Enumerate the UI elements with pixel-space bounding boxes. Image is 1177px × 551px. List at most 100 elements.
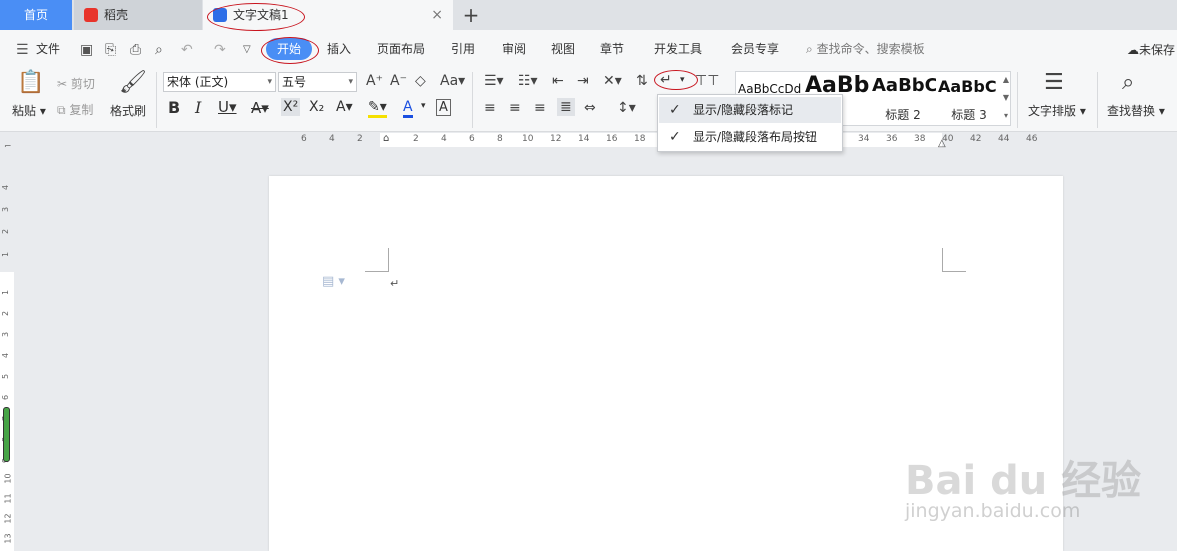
menu-bar: ☰ 文件 ▣ ⎘ ⎙ ⌕ ↶ ↷ ▽ 开始 插入 页面布局 引用 审阅 视图 章… xyxy=(0,30,1177,68)
export-icon[interactable]: ⎘ xyxy=(105,42,116,58)
style-heading-3[interactable]: AaBbC 标题 3 xyxy=(936,72,1002,125)
ruler-tick: 11 xyxy=(3,493,13,504)
format-painter-button[interactable]: 格式刷 xyxy=(110,102,146,119)
paste-button[interactable]: 粘贴 ▾ xyxy=(12,102,46,119)
ruler-tick: 46 xyxy=(1026,134,1038,144)
menu-section[interactable]: 章节 xyxy=(600,40,624,57)
tab-daoke[interactable]: 稻壳 xyxy=(74,0,202,30)
undo-icon[interactable]: ↶ xyxy=(181,42,193,58)
copy-button[interactable]: ⧉ 复制 xyxy=(57,101,93,118)
new-tab-button[interactable]: + xyxy=(458,2,484,28)
print-preview-icon[interactable]: ⌕ xyxy=(155,42,163,58)
print-icon[interactable]: ⎙ xyxy=(130,42,141,58)
highlight-icon[interactable]: ✎▾ xyxy=(368,99,387,118)
style-gallery-scroll[interactable]: ▲ ▼ ▾ xyxy=(1000,71,1012,126)
text-layout-label: 文字排版 xyxy=(1028,104,1077,118)
checkmark-icon: ✓ xyxy=(669,129,681,145)
menu-member[interactable]: 会员专享 xyxy=(731,40,779,57)
italic-icon[interactable]: I xyxy=(195,98,201,117)
ruler-tick: 4 xyxy=(441,134,447,144)
increase-indent-icon[interactable]: ⇥ xyxy=(577,73,589,89)
bullet-list-icon[interactable]: ☰▾ xyxy=(484,73,504,89)
chevron-down-icon: ▾ xyxy=(267,77,272,87)
hamburger-icon[interactable]: ☰ xyxy=(16,42,29,58)
menu-item-toggle-layout-buttons[interactable]: ✓ 显示/隐藏段落布局按钮 xyxy=(659,124,841,150)
decrease-indent-icon[interactable]: ⇤ xyxy=(552,73,564,89)
vertical-scroll-thumb[interactable] xyxy=(3,407,10,462)
text-effect-icon[interactable]: A▾ xyxy=(336,99,353,115)
subscript-icon[interactable]: X₂ xyxy=(309,99,324,115)
redo-icon[interactable]: ↷ xyxy=(214,42,226,58)
format-painter-icon[interactable]: 🖌 xyxy=(119,70,147,95)
grow-font-icon[interactable]: A⁺ xyxy=(366,73,383,89)
menu-item-toggle-paragraph-marks[interactable]: ✓ 显示/隐藏段落标记 xyxy=(659,97,841,123)
font-size-value: 五号 xyxy=(282,75,307,89)
magnifier-icon[interactable]: ⌕ xyxy=(1122,70,1134,95)
change-case-icon[interactable]: Aa▾ xyxy=(440,73,465,89)
paragraph-mark-icon: ↵ xyxy=(390,277,400,290)
ruler-tick: 1 xyxy=(1,289,11,296)
bold-icon[interactable]: B xyxy=(168,98,180,117)
char-border-icon[interactable]: A xyxy=(436,99,451,116)
align-center-icon[interactable]: ≡ xyxy=(509,100,521,116)
text-layout-icon[interactable]: ☰ xyxy=(1044,70,1064,95)
tab-ruler-icon[interactable]: ⊤⊤ xyxy=(695,73,719,89)
customize-icon[interactable]: ▽ xyxy=(243,44,251,55)
ruler-tick: 6 xyxy=(301,134,307,144)
numbered-list-icon[interactable]: ☷▾ xyxy=(518,73,538,89)
sort-icon[interactable]: ⇅ xyxy=(636,73,648,89)
menu-page-layout[interactable]: 页面布局 xyxy=(377,40,425,57)
baidu-watermark-url: jingyan.baidu.com xyxy=(905,500,1081,522)
underline-icon[interactable]: U▾ xyxy=(218,98,237,116)
find-replace-button[interactable]: 查找替换 ▾ xyxy=(1107,102,1165,119)
find-replace-label: 查找替换 xyxy=(1107,104,1156,118)
menu-view[interactable]: 视图 xyxy=(551,40,575,57)
paste-icon[interactable]: 📋 xyxy=(17,70,44,95)
strikethrough-icon[interactable]: A▾ xyxy=(251,99,269,117)
menu-review[interactable]: 审阅 xyxy=(502,40,526,57)
style-heading-2[interactable]: AaBbC 标题 2 xyxy=(870,72,936,125)
font-name-select[interactable]: 宋体 (正文) ▾ xyxy=(163,72,276,92)
annotation-oval-paragraph-mark xyxy=(654,70,698,90)
menu-insert[interactable]: 插入 xyxy=(327,40,351,57)
chevron-down-icon[interactable]: ▾ xyxy=(421,101,426,111)
right-indent-marker[interactable]: △ xyxy=(938,138,946,149)
cut-label: 剪切 xyxy=(70,77,95,91)
annotation-oval-start xyxy=(261,37,319,64)
cut-button[interactable]: ✂ 剪切 xyxy=(57,75,95,92)
cloud-save-status[interactable]: ☁未保存 xyxy=(1127,41,1175,58)
align-left-icon[interactable]: ≡ xyxy=(484,100,496,116)
shrink-font-icon[interactable]: A⁻ xyxy=(390,73,407,89)
font-color-icon[interactable]: A xyxy=(403,99,413,118)
clear-format-icon[interactable]: ◇ xyxy=(415,73,426,89)
checkmark-icon: ✓ xyxy=(669,102,681,118)
menu-item-label: 显示/隐藏段落标记 xyxy=(693,103,794,117)
ruler-tick: 2 xyxy=(413,134,419,144)
ruler-tick: 6 xyxy=(469,134,475,144)
distribute-icon[interactable]: ⇔ xyxy=(584,100,596,116)
tab-daoke-label: 稻壳 xyxy=(104,8,129,22)
menu-reference[interactable]: 引用 xyxy=(451,40,475,57)
menu-developer[interactable]: 开发工具 xyxy=(654,40,702,57)
save-icon[interactable]: ▣ xyxy=(80,42,93,58)
text-layout-button[interactable]: 文字排版 ▾ xyxy=(1028,102,1086,119)
menu-file[interactable]: 文件 xyxy=(36,40,60,57)
chinese-layout-icon[interactable]: ✕▾ xyxy=(603,73,622,89)
chevron-down-icon: ▾ xyxy=(348,77,353,87)
justify-icon[interactable]: ≣ xyxy=(557,98,575,116)
ruler-tick: 4 xyxy=(1,352,11,359)
close-icon[interactable]: × xyxy=(431,0,443,30)
tab-home[interactable]: 首页 xyxy=(0,0,72,30)
align-right-icon[interactable]: ≡ xyxy=(534,100,546,116)
style-name: 标题 3 xyxy=(951,108,987,122)
font-size-select[interactable]: 五号 ▾ xyxy=(278,72,357,92)
ruler-tick: 2 xyxy=(1,228,11,235)
paragraph-layout-icon[interactable]: ▤ ▾ xyxy=(322,274,345,289)
line-spacing-icon[interactable]: ↕▾ xyxy=(617,100,636,116)
first-indent-marker[interactable]: ⌂ xyxy=(383,133,389,144)
command-search[interactable]: ⌕ 查找命令、搜索模板 xyxy=(806,40,925,57)
ruler-tick: 44 xyxy=(998,134,1010,144)
separator xyxy=(156,72,157,128)
superscript-icon[interactable]: X² xyxy=(281,98,301,116)
separator xyxy=(1097,72,1098,128)
